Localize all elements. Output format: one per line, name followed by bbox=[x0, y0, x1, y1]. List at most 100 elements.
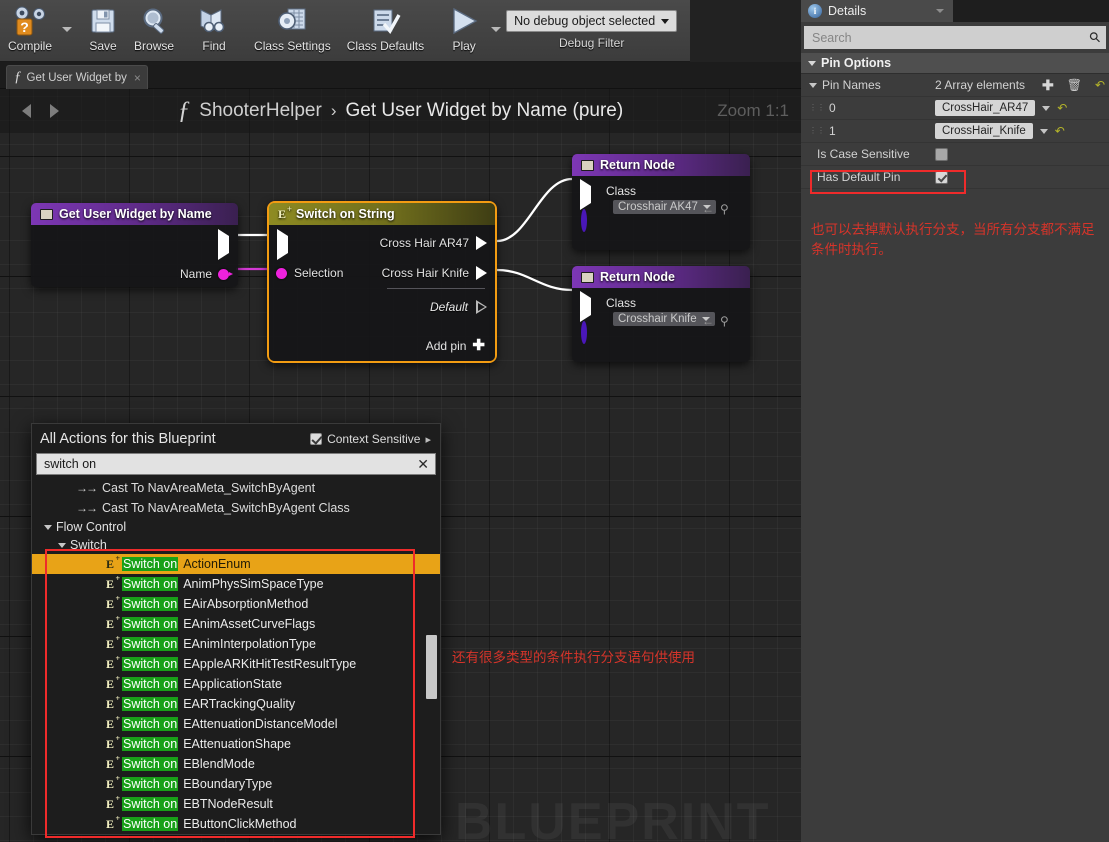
name-output-pin[interactable]: Name bbox=[180, 267, 229, 281]
chevron-down-icon[interactable] bbox=[1042, 105, 1051, 111]
category-switch[interactable]: Switch bbox=[32, 536, 440, 554]
clear-icon[interactable]: ✕ bbox=[417, 457, 429, 471]
section-pin-options[interactable]: Pin Options bbox=[801, 53, 1109, 74]
plus-icon[interactable]: ✚ bbox=[1042, 78, 1054, 92]
add-pin-button[interactable]: Add pin ✚ bbox=[426, 337, 485, 354]
pin-value-input[interactable]: CrossHair_Knife bbox=[935, 123, 1033, 139]
list-item-label: EAnimAssetCurveFlags bbox=[183, 617, 316, 631]
node-return-1[interactable]: Return Node Class Crosshair AK47 ← ⚲ bbox=[572, 154, 750, 250]
has-default-pin-checkbox[interactable] bbox=[935, 170, 948, 184]
all-actions-menu[interactable]: All Actions for this Blueprint Context S… bbox=[31, 423, 441, 835]
list-item-switch-on-enum[interactable]: E Switch on EButtonClickMethod bbox=[32, 814, 440, 834]
case-output-pin-0[interactable]: Cross Hair AR47 bbox=[380, 236, 487, 250]
list-item-switch-on-actionenum[interactable]: E Switch on ActionEnum bbox=[32, 554, 440, 574]
node-get-user-widget-by-name[interactable]: Get User Widget by Name Name bbox=[31, 203, 238, 287]
list-item-switch-on-enum[interactable]: E Switch on AnimPhysSimSpaceType bbox=[32, 574, 440, 594]
list-item-switch-on-enum[interactable]: E Switch on EAttenuationDistanceModel bbox=[32, 714, 440, 734]
chevron-down-icon[interactable] bbox=[1039, 128, 1048, 134]
tab-get-user-widget[interactable]: ƒ Get User Widget by × bbox=[6, 65, 148, 89]
selection-input-pin[interactable]: Selection bbox=[276, 266, 343, 280]
breadcrumb-root[interactable]: ShooterHelper bbox=[199, 100, 322, 122]
pin-value-input[interactable]: CrossHair_AR47 bbox=[935, 100, 1036, 116]
list-item-label: EAnimInterpolationType bbox=[183, 637, 316, 651]
node-type-icon bbox=[40, 208, 53, 220]
details-search-input[interactable]: Search ⚲ bbox=[804, 26, 1106, 49]
actions-menu-header: All Actions for this Blueprint Context S… bbox=[32, 424, 440, 453]
class-value-select[interactable]: Crosshair Knife bbox=[613, 312, 715, 326]
exec-input-pin[interactable] bbox=[580, 291, 591, 322]
category-flow-control[interactable]: Flow Control bbox=[32, 518, 440, 536]
pin-names-key[interactable]: Pin Names bbox=[801, 78, 929, 92]
context-sensitive-toggle[interactable]: Context Sensitive ▸ bbox=[310, 432, 431, 446]
reset-icon[interactable]: ↶ bbox=[1055, 124, 1065, 138]
blueprint-graph-canvas[interactable]: BLUEPRINT Get User Widget by Name Name E… bbox=[0, 89, 801, 842]
class-output-pin[interactable] bbox=[581, 209, 587, 232]
chevron-down-icon[interactable] bbox=[936, 9, 944, 13]
plus-icon: ✚ bbox=[472, 337, 485, 354]
node-switch-on-string[interactable]: E Switch on String Selection Cross Hair … bbox=[267, 201, 497, 363]
list-item-switch-on-enum[interactable]: E Switch on EARTrackingQuality bbox=[32, 694, 440, 714]
actions-search-input[interactable]: switch on ✕ bbox=[36, 453, 436, 475]
context-sensitive-checkbox[interactable] bbox=[310, 433, 323, 445]
tab-details[interactable]: i Details bbox=[801, 0, 953, 22]
class-settings-button[interactable]: Class Settings bbox=[246, 0, 339, 58]
annotation-switch-types: 还有很多类型的条件执行分支语句供使用 bbox=[452, 650, 695, 666]
annotation-default-pin: 也可以去掉默认执行分支，当所有分支都不满足条件时执行。 bbox=[811, 222, 1095, 258]
class-output-pin[interactable] bbox=[581, 321, 587, 344]
node-return-2[interactable]: Return Node Class Crosshair Knife ← ⚲ bbox=[572, 266, 750, 362]
list-item-switch-on-enum[interactable]: E Switch on EBlendMode bbox=[32, 754, 440, 774]
exec-input-pin[interactable] bbox=[580, 179, 591, 210]
play-button[interactable]: Play bbox=[439, 0, 489, 58]
save-label: Save bbox=[89, 39, 117, 53]
list-item[interactable]: →→ Cast To NavAreaMeta_SwitchByAgent bbox=[32, 478, 440, 498]
toolbar-group-compile: ? Compile bbox=[0, 0, 73, 58]
list-item-switch-on-enum[interactable]: E Switch on EBTNodeResult bbox=[32, 794, 440, 814]
chevron-right-icon[interactable]: ▸ bbox=[425, 433, 431, 446]
pin-names-label: Pin Names bbox=[822, 78, 881, 92]
class-defaults-button[interactable]: Class Defaults bbox=[339, 0, 432, 58]
zoom-level-label: Zoom 1:1 bbox=[717, 101, 789, 120]
list-item-switch-on-enum[interactable]: E Switch on EAnimInterpolationType bbox=[32, 634, 440, 654]
is-case-sensitive-checkbox[interactable] bbox=[935, 147, 948, 161]
class-label: Class bbox=[606, 184, 637, 198]
actions-result-list[interactable]: →→ Cast To NavAreaMeta_SwitchByAgent →→ … bbox=[32, 475, 440, 834]
reset-icon[interactable]: ↶ bbox=[1095, 78, 1105, 92]
use-selected-icon[interactable]: ← bbox=[702, 314, 714, 328]
exec-output-pin[interactable] bbox=[218, 229, 229, 260]
row-has-default-pin: Has Default Pin bbox=[801, 166, 1109, 189]
default-output-pin[interactable]: Default bbox=[430, 300, 487, 314]
compile-dropdown-arrow[interactable] bbox=[60, 0, 73, 58]
list-item[interactable]: →→ Cast To NavAreaMeta_SwitchByAgent Cla… bbox=[32, 498, 440, 518]
list-item-switch-on-enum[interactable]: E Switch on EBoundaryType bbox=[32, 774, 440, 794]
exec-input-pin[interactable] bbox=[277, 229, 288, 260]
list-item-label: EButtonClickMethod bbox=[183, 817, 297, 831]
enum-icon: E bbox=[106, 554, 120, 572]
list-item-switch-on-enum[interactable]: E Switch on EApplicationState bbox=[32, 674, 440, 694]
case-output-pin-1[interactable]: Cross Hair Knife bbox=[382, 266, 487, 280]
save-button[interactable]: Save bbox=[80, 0, 126, 58]
drag-handle-icon[interactable]: ⋮⋮ bbox=[809, 104, 825, 112]
list-item-switch-on-enum[interactable]: E Switch on EAttenuationShape bbox=[32, 734, 440, 754]
nav-forward-button[interactable] bbox=[40, 104, 68, 118]
use-selected-icon[interactable]: ← bbox=[702, 202, 714, 216]
reset-icon[interactable]: ↶ bbox=[1057, 101, 1067, 115]
class-value-select[interactable]: Crosshair AK47 bbox=[613, 200, 716, 214]
list-item-switch-on-enum[interactable]: E Switch on EAnimAssetCurveFlags bbox=[32, 614, 440, 634]
string-pin-icon bbox=[218, 268, 229, 280]
play-dropdown-arrow[interactable] bbox=[489, 0, 502, 58]
list-item-switch-on-enum[interactable]: E Switch on EAirAbsorptionMethod bbox=[32, 594, 440, 614]
close-icon[interactable]: × bbox=[134, 71, 141, 85]
browse-asset-icon[interactable]: ⚲ bbox=[720, 202, 729, 216]
trash-icon[interactable]: 🗑 bbox=[1067, 78, 1082, 92]
drag-handle-icon[interactable]: ⋮⋮ bbox=[809, 127, 825, 135]
debug-object-select[interactable]: No debug object selected bbox=[506, 10, 678, 32]
enum-icon: E bbox=[106, 594, 120, 612]
compile-button[interactable]: ? Compile bbox=[0, 0, 60, 58]
browse-button[interactable]: Browse bbox=[126, 0, 182, 58]
browse-asset-icon[interactable]: ⚲ bbox=[720, 314, 729, 328]
list-item-label: EBlendMode bbox=[183, 757, 255, 771]
actions-list-scrollbar[interactable] bbox=[426, 635, 437, 699]
nav-back-button[interactable] bbox=[12, 104, 40, 118]
find-button[interactable]: Find bbox=[189, 0, 239, 58]
list-item-switch-on-enum[interactable]: E Switch on EAppleARKitHitTestResultType bbox=[32, 654, 440, 674]
